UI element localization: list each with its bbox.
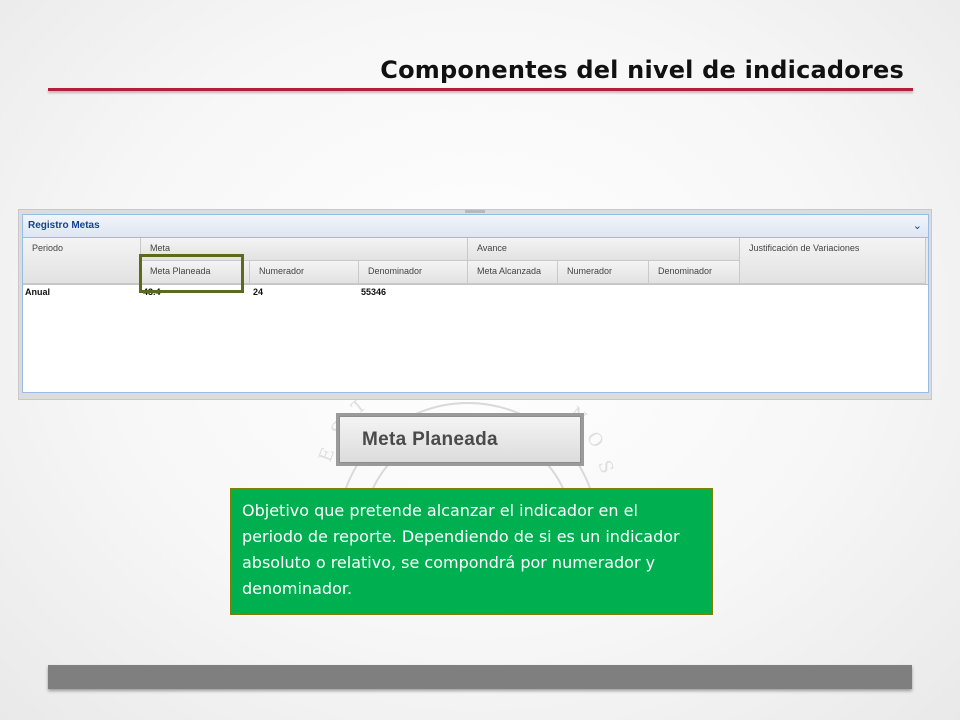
zoom-label: Meta Planeada <box>339 416 581 463</box>
column-periodo[interactable]: Periodo <box>23 238 141 284</box>
panel-title: Registro Metas <box>28 220 100 231</box>
svg-text:O: O <box>582 428 608 452</box>
cell-numerador: 24 <box>253 287 264 297</box>
registro-metas-panel: Registro Metas ⌄ Periodo Meta Avance Jus… <box>22 214 929 393</box>
column-avance-denominador[interactable]: Denominador <box>649 261 740 284</box>
resize-handle[interactable] <box>465 210 485 213</box>
title-divider <box>48 88 913 91</box>
column-avance-numerador[interactable]: Numerador <box>558 261 649 284</box>
column-group-avance[interactable]: Avance <box>468 238 740 261</box>
column-meta-alcanzada[interactable]: Meta Alcanzada <box>468 261 558 284</box>
panel-header: Registro Metas ⌄ <box>23 215 928 238</box>
slide-title: Componentes del nivel de indicadores <box>380 56 904 84</box>
column-justificacion[interactable]: Justificación de Variaciones <box>740 238 926 284</box>
svg-text:S: S <box>593 458 617 477</box>
cell-periodo: Anual <box>25 287 51 297</box>
column-meta-denominador[interactable]: Denominador <box>359 261 468 284</box>
grid-screenshot: Registro Metas ⌄ Periodo Meta Avance Jus… <box>18 209 932 400</box>
cell-denominador: 55346 <box>361 287 387 297</box>
chevron-down-icon[interactable]: ⌄ <box>913 219 922 232</box>
column-meta-numerador[interactable]: Numerador <box>250 261 359 284</box>
footer-bar <box>48 665 912 689</box>
explanation-note: Objetivo que pretende alcanzar el indica… <box>230 488 713 615</box>
meta-planeada-zoom: Meta Planeada <box>336 413 584 466</box>
meta-planeada-highlight <box>139 254 244 293</box>
